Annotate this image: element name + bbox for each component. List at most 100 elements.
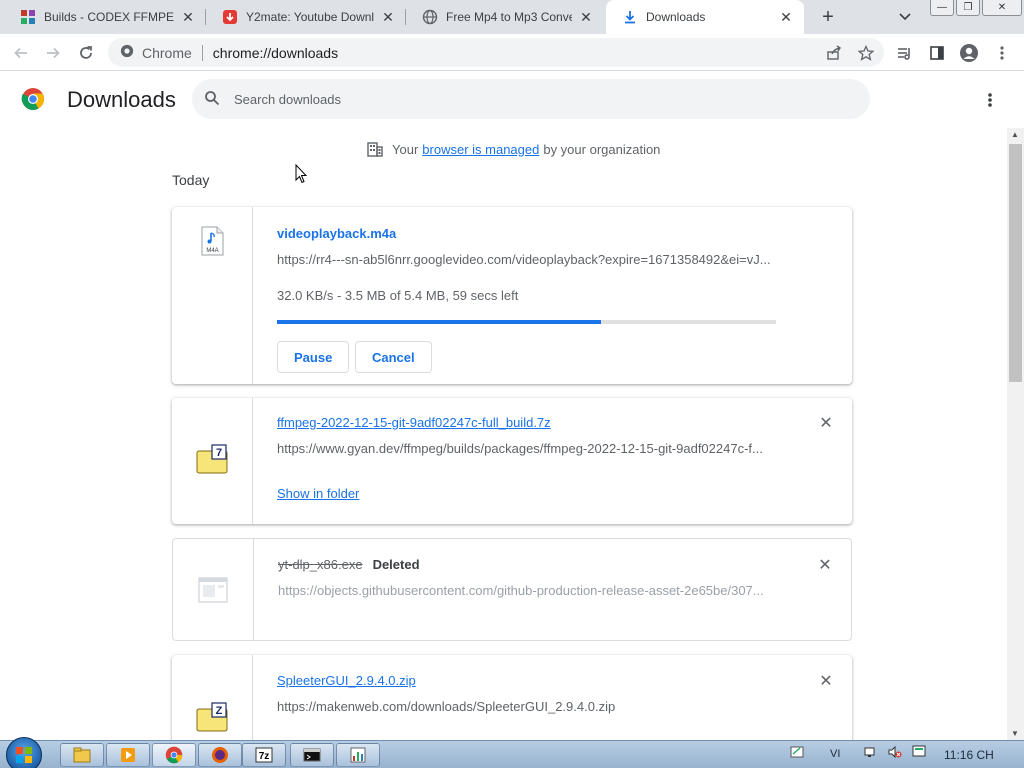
building-icon: [367, 142, 383, 157]
globe-icon: [422, 9, 438, 25]
show-in-folder-link[interactable]: Show in folder: [277, 486, 359, 501]
download-progress-bar: [277, 320, 776, 324]
reload-icon[interactable]: [73, 40, 99, 66]
language-indicator[interactable]: VI: [830, 748, 840, 760]
file-url[interactable]: https://www.gyan.dev/ffmpeg/builds/packa…: [277, 441, 777, 456]
close-icon[interactable]: ✕: [180, 9, 196, 25]
close-icon[interactable]: ✕: [380, 9, 396, 25]
file-name[interactable]: SpleeterGUI_2.9.4.0.zip: [277, 673, 416, 688]
media-player-taskbar-icon[interactable]: [106, 743, 150, 767]
start-button[interactable]: [6, 737, 42, 768]
download-icon: [622, 9, 638, 25]
remove-icon[interactable]: ✕: [818, 673, 834, 690]
tab-title: Free Mp4 to Mp3 Conver: [446, 10, 572, 24]
network-tray-icon[interactable]: [864, 745, 878, 762]
system-tray: VI: [790, 745, 926, 762]
deleted-tag: Deleted: [372, 557, 420, 572]
managed-suffix: by your organization: [543, 141, 661, 157]
spreadsheet-taskbar-icon[interactable]: [336, 743, 380, 767]
svg-text:Z: Z: [216, 705, 223, 717]
tab-downloads[interactable]: Downloads ✕: [606, 0, 804, 34]
tab-y2mate[interactable]: Y2mate: Youtube Downlo ✕: [206, 0, 406, 34]
windows-taskbar: 7z VI 11:16 CH: [0, 737, 1024, 768]
volume-muted-tray-icon[interactable]: [888, 745, 902, 762]
back-arrow-icon[interactable]: [8, 40, 34, 66]
7zip-taskbar-icon[interactable]: 7z: [242, 743, 286, 767]
progress-fill: [277, 320, 602, 324]
codex-favicon: [20, 9, 36, 25]
action-center-tray-icon[interactable]: [912, 745, 926, 762]
scroll-down-arrow-icon[interactable]: ▼: [1011, 729, 1019, 738]
search-box[interactable]: [192, 79, 870, 119]
explorer-taskbar-icon[interactable]: [60, 743, 104, 767]
minimize-button[interactable]: —: [930, 0, 954, 16]
side-panel-icon[interactable]: [924, 40, 950, 66]
notes-tray-icon[interactable]: [790, 745, 804, 762]
chrome-logo-icon: [21, 88, 44, 110]
window-close-button[interactable]: ✕: [982, 0, 1022, 16]
remove-icon[interactable]: ✕: [817, 557, 833, 574]
url-text: chrome://downloads: [212, 44, 339, 61]
tab-title: Downloads: [646, 10, 706, 24]
managed-prefix: Your: [392, 141, 419, 157]
forward-arrow-icon[interactable]: [40, 40, 66, 66]
terminal-taskbar-icon[interactable]: [290, 743, 334, 767]
page-title: Downloads: [67, 87, 176, 112]
tab-codex[interactable]: Builds - CODEX FFMPEG @ ✕: [4, 0, 206, 34]
download-status: 32.0 KB/s - 3.5 MB of 5.4 MB, 59 secs le…: [277, 288, 519, 303]
downloads-header: Downloads: [0, 72, 1024, 128]
exe-file-icon: [198, 577, 228, 603]
deleted-file: yt-dlp_x86.exe Deleted: [278, 557, 420, 572]
more-actions-icon[interactable]: [978, 88, 1002, 112]
close-icon[interactable]: ✕: [778, 9, 794, 25]
page-scrollbar[interactable]: ▲ ▼: [1007, 128, 1024, 740]
tab-title: Y2mate: Youtube Downlo: [246, 10, 374, 24]
pause-button[interactable]: Pause: [277, 341, 350, 373]
y2mate-favicon: [222, 9, 238, 25]
share-icon[interactable]: [821, 40, 847, 66]
bookmark-star-icon[interactable]: [853, 40, 879, 66]
file-url[interactable]: https://objects.githubusercontent.com/gi…: [278, 583, 778, 598]
window-controls: — ❐ ✕: [930, 0, 1022, 16]
divider: [201, 44, 203, 61]
address-bar[interactable]: Chrome chrome://downloads: [108, 38, 884, 67]
audio-file-icon: M4A: [201, 226, 224, 256]
tab-title: Builds - CODEX FFMPEG @: [44, 10, 174, 24]
download-item: yt-dlp_x86.exe Deleted https://objects.g…: [172, 538, 852, 641]
file-url[interactable]: https://makenweb.com/downloads/SpleeterG…: [277, 699, 777, 714]
search-icon: [204, 90, 220, 109]
system-clock[interactable]: 11:16 CH: [944, 748, 994, 762]
download-item: M4A videoplayback.m4a https://rr4---sn-a…: [172, 207, 852, 384]
archive-7z-icon: 7: [196, 444, 228, 474]
firefox-taskbar-icon[interactable]: [198, 743, 242, 767]
cancel-button[interactable]: Cancel: [355, 341, 432, 373]
media-controls-icon[interactable]: [892, 40, 918, 66]
url-scheme: Chrome: [142, 44, 192, 61]
download-item: 7 ffmpeg-2022-12-15-git-9adf02247c-full_…: [172, 398, 852, 524]
chrome-page-icon: [120, 44, 134, 61]
close-icon[interactable]: ✕: [578, 9, 594, 25]
archive-zip-icon: Z: [196, 702, 228, 732]
browser-toolbar: Chrome chrome://downloads: [0, 34, 1024, 71]
restore-button[interactable]: ❐: [956, 0, 980, 16]
file-name[interactable]: ffmpeg-2022-12-15-git-9adf02247c-full_bu…: [277, 415, 551, 430]
browser-managed-link[interactable]: browser is managed: [422, 142, 539, 157]
file-name: yt-dlp_x86.exe: [278, 557, 363, 572]
search-input[interactable]: [234, 91, 834, 107]
svg-text:7: 7: [216, 447, 222, 459]
scroll-up-arrow-icon[interactable]: ▲: [1011, 130, 1019, 139]
managed-notice: Your browser is managed by your organiza…: [366, 140, 660, 158]
profile-avatar-icon[interactable]: [956, 40, 982, 66]
file-name[interactable]: videoplayback.m4a: [277, 226, 396, 241]
file-url[interactable]: https://rr4---sn-ab5l6nrr.googlevideo.co…: [277, 252, 777, 267]
chrome-taskbar-icon[interactable]: [152, 743, 196, 767]
tab-strip: Builds - CODEX FFMPEG @ ✕ Y2mate: Youtub…: [0, 0, 1024, 34]
chevron-down-icon[interactable]: [894, 5, 916, 29]
date-section-label: Today: [172, 172, 210, 188]
remove-icon[interactable]: ✕: [818, 415, 834, 432]
tab-mp4-converter[interactable]: Free Mp4 to Mp3 Conver ✕: [406, 0, 604, 34]
new-tab-button[interactable]: +: [816, 5, 840, 29]
menu-kebab-icon[interactable]: [989, 40, 1015, 66]
mouse-cursor-icon: [295, 164, 307, 184]
scroll-thumb[interactable]: [1009, 144, 1022, 382]
